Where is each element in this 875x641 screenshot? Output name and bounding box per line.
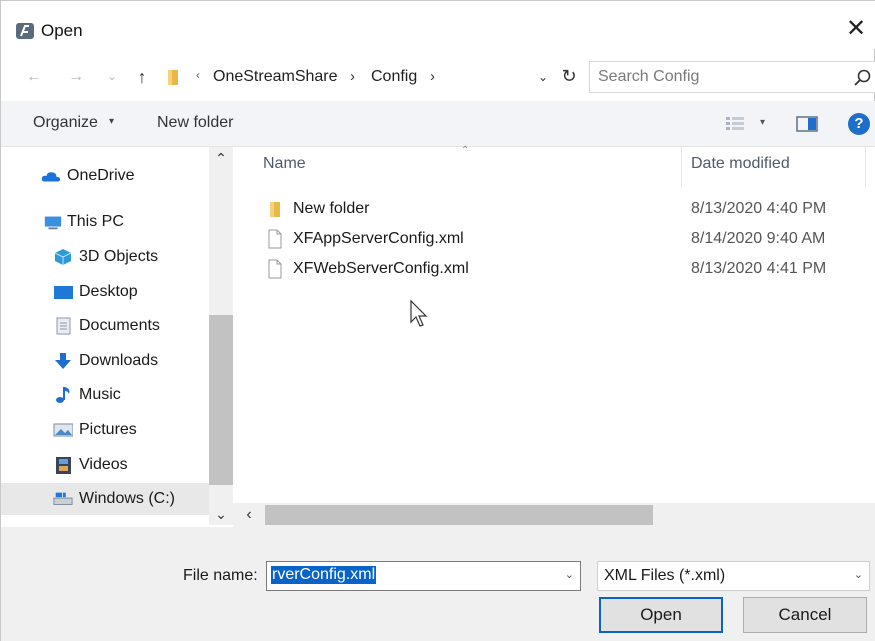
- nav-item-this-pc[interactable]: This PC: [1, 206, 209, 238]
- file-list: ⌃ Name Date modified New folder 8/13/202…: [245, 145, 875, 503]
- nav-vertical-scrollbar[interactable]: ⌃ ⌄: [209, 147, 233, 525]
- navigation-pane: OneDrive This PC 3D Objects Desktop Docu…: [1, 147, 233, 525]
- preview-pane-icon[interactable]: [796, 115, 818, 133]
- new-folder-button[interactable]: New folder: [157, 114, 233, 132]
- column-header-date-modified[interactable]: Date modified: [691, 155, 790, 173]
- chevron-down-icon[interactable]: ⌄: [854, 568, 863, 581]
- music-note-icon: [56, 387, 70, 403]
- file-name-label: File name:: [183, 567, 258, 584]
- mouse-pointer-icon: [410, 299, 428, 327]
- nav-item-music[interactable]: Music: [1, 379, 209, 411]
- file-icon: [268, 259, 282, 279]
- file-name-input[interactable]: rverConfig.xml: [271, 566, 377, 584]
- download-icon: [55, 353, 71, 369]
- search-icon[interactable]: [853, 68, 873, 88]
- dialog-footer: File name: rverConfig.xml ⌄ XML Files (*…: [1, 527, 875, 641]
- recent-locations-chevron-icon[interactable]: ⌄: [101, 65, 123, 89]
- search-input[interactable]: [598, 66, 838, 88]
- scroll-down-chevron-icon[interactable]: ⌄: [209, 503, 233, 525]
- nav-item-pictures[interactable]: Pictures: [1, 414, 209, 446]
- drive-icon: [53, 492, 73, 505]
- address-bar[interactable]: ‹ OneStreamShare › Config ›: [161, 61, 586, 93]
- column-divider[interactable]: [865, 147, 866, 187]
- document-icon: [56, 317, 71, 335]
- nav-item-onedrive[interactable]: OneDrive: [1, 160, 209, 192]
- nav-item-desktop[interactable]: Desktop: [1, 276, 209, 308]
- address-dropdown-icon[interactable]: ⌄: [534, 65, 552, 89]
- nav-item-downloads[interactable]: Downloads: [1, 345, 209, 377]
- close-button[interactable]: ✕: [836, 11, 875, 47]
- cube-icon: [54, 249, 72, 265]
- file-icon: [268, 229, 282, 249]
- breadcrumb-onestreamshare[interactable]: OneStreamShare: [213, 68, 338, 86]
- folder-icon: [270, 202, 280, 217]
- scroll-left-chevron-icon[interactable]: ‹: [239, 503, 259, 527]
- desktop-icon: [54, 286, 73, 299]
- folder-icon: [168, 70, 178, 85]
- help-icon[interactable]: ?: [848, 113, 870, 135]
- open-file-dialog: Open ✕ ← → ⌄ ↑ ‹ OneStreamShare › Config…: [0, 0, 875, 641]
- breadcrumb-chevron-icon[interactable]: ›: [350, 68, 355, 85]
- film-icon: [56, 457, 71, 474]
- file-row-new-folder[interactable]: New folder 8/13/2020 4:40 PM: [263, 195, 875, 223]
- forward-arrow-icon[interactable]: →: [65, 65, 87, 89]
- file-name-combobox[interactable]: rverConfig.xml ⌄: [266, 561, 581, 591]
- file-type-value: XML Files (*.xml): [604, 567, 726, 584]
- cloud-icon: [41, 172, 61, 182]
- title-bar: Open ✕: [1, 1, 875, 49]
- file-row-xfwebserverconfig[interactable]: XFWebServerConfig.xml 8/13/2020 4:41 PM: [263, 255, 875, 283]
- nav-item-windows-c[interactable]: Windows (C:): [1, 483, 209, 515]
- scroll-up-chevron-icon[interactable]: ⌃: [209, 147, 233, 169]
- nav-item-videos[interactable]: Videos: [1, 449, 209, 481]
- app-icon: [16, 23, 34, 39]
- open-button[interactable]: Open: [599, 597, 723, 633]
- computer-icon: [44, 216, 62, 230]
- file-list-horizontal-scrollbar[interactable]: ‹: [233, 503, 875, 527]
- close-icon: ✕: [845, 15, 867, 42]
- cancel-button[interactable]: Cancel: [743, 597, 867, 633]
- nav-item-documents[interactable]: Documents: [1, 310, 209, 342]
- search-box[interactable]: [589, 61, 875, 93]
- breadcrumb-overflow-chevron-icon[interactable]: ‹: [196, 68, 200, 82]
- column-divider[interactable]: [681, 147, 682, 187]
- organize-caret-icon[interactable]: ▾: [109, 116, 114, 127]
- back-arrow-icon[interactable]: ←: [23, 65, 45, 89]
- view-options-icon[interactable]: [725, 115, 745, 133]
- breadcrumb-config[interactable]: Config: [371, 68, 417, 86]
- nav-item-3d-objects[interactable]: 3D Objects: [1, 241, 209, 273]
- scrollbar-thumb[interactable]: [209, 315, 233, 485]
- column-header-name[interactable]: Name: [263, 155, 306, 173]
- command-bar: Organize ▾ New folder ▾ ?: [1, 101, 875, 147]
- file-row-xfappserverconfig[interactable]: XFAppServerConfig.xml 8/14/2020 9:40 AM: [263, 225, 875, 253]
- sort-caret-icon: ⌃: [461, 145, 470, 156]
- picture-icon: [53, 423, 73, 437]
- chevron-down-icon[interactable]: ⌄: [565, 568, 574, 581]
- breadcrumb-chevron-icon[interactable]: ›: [430, 68, 435, 85]
- refresh-icon[interactable]: ↻: [558, 63, 580, 89]
- scrollbar-thumb[interactable]: [265, 505, 653, 525]
- file-type-select[interactable]: XML Files (*.xml) ⌄: [597, 561, 870, 591]
- up-arrow-icon[interactable]: ↑: [131, 65, 153, 89]
- organize-button[interactable]: Organize: [33, 114, 98, 132]
- view-caret-icon[interactable]: ▾: [760, 117, 765, 128]
- window-title: Open: [41, 21, 83, 40]
